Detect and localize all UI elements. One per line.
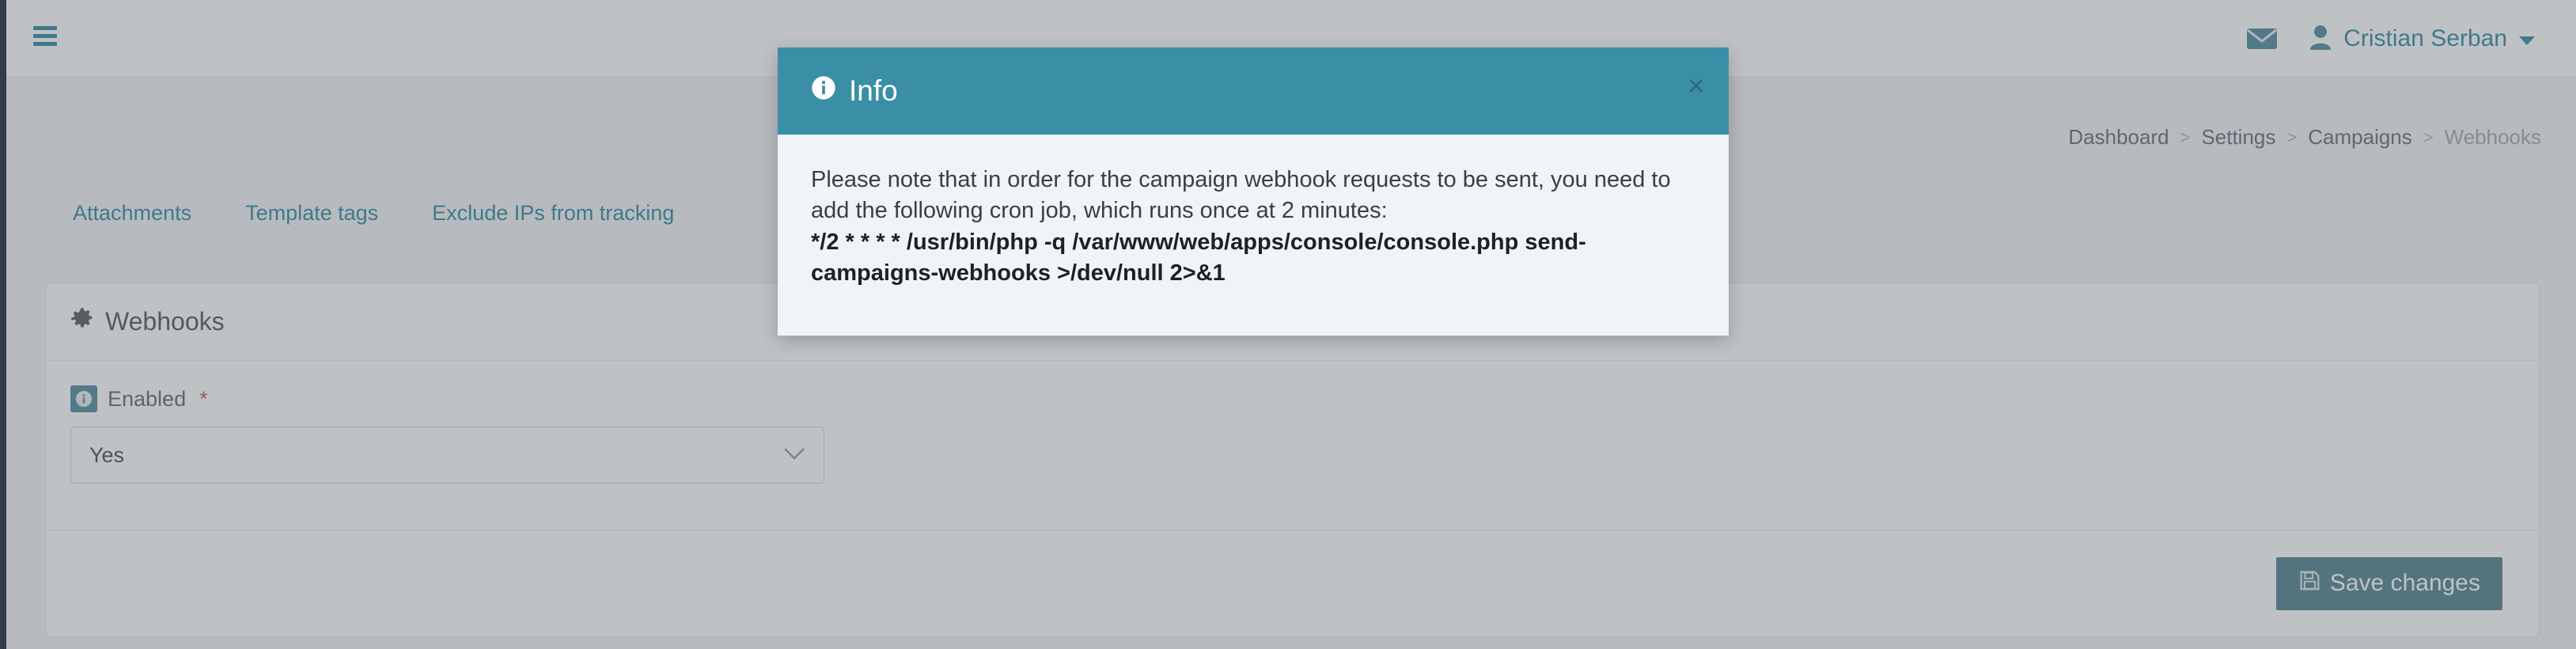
modal-cron-command: */2 * * * * /usr/bin/php -q /var/www/web… xyxy=(811,230,1586,286)
info-modal: Info × Please note that in order for the… xyxy=(778,47,1729,336)
modal-message: Please note that in order for the campai… xyxy=(811,167,1671,223)
modal-title-text: Info xyxy=(849,74,898,107)
modal-header: Info × xyxy=(778,47,1729,135)
modal-title: Info xyxy=(811,74,898,108)
close-icon[interactable]: × xyxy=(1688,71,1705,101)
modal-body: Please note that in order for the campai… xyxy=(778,135,1729,336)
info-circle-icon xyxy=(811,74,836,108)
